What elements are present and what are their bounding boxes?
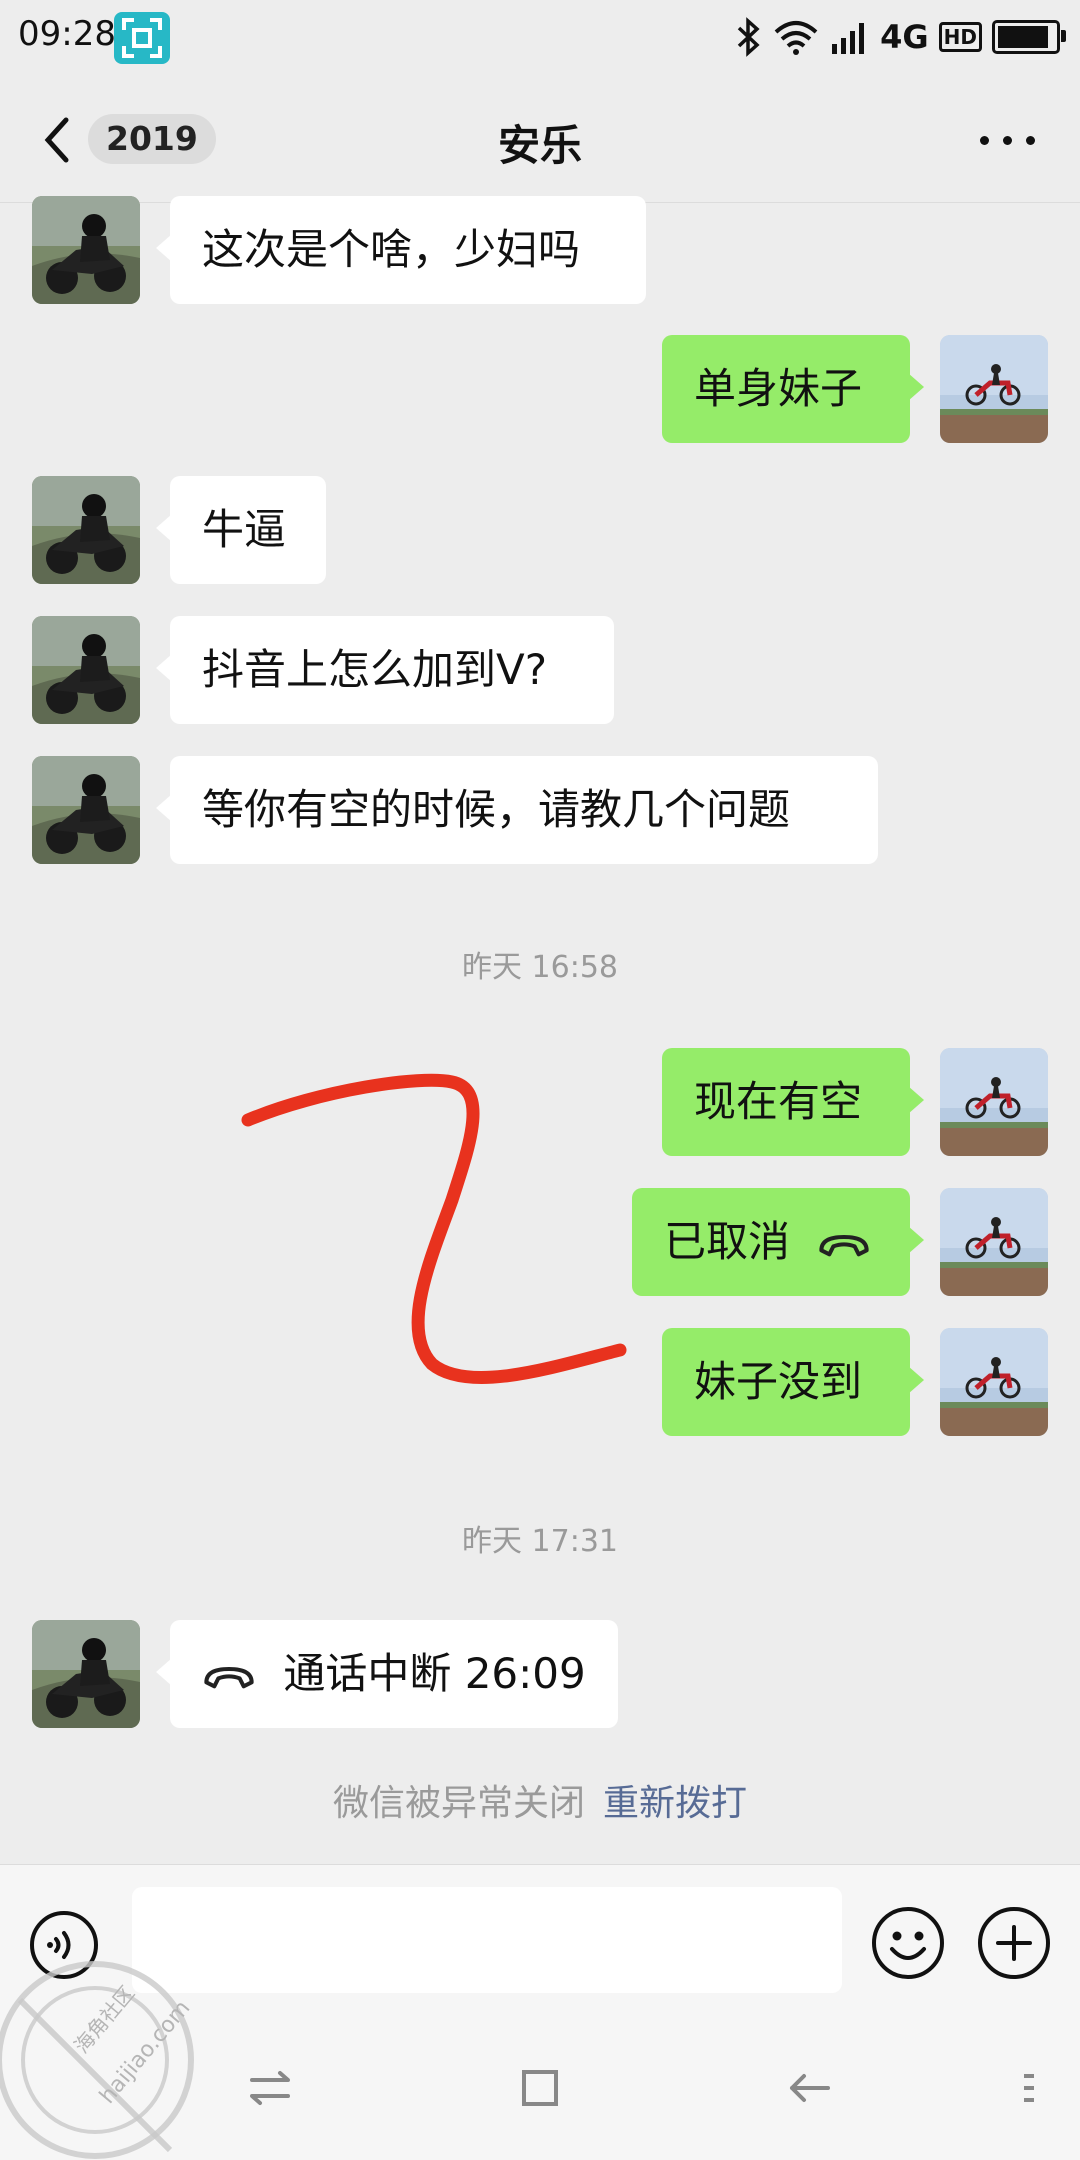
my-avatar[interactable] [940, 335, 1048, 443]
call-cancelled-bubble[interactable]: 已取消 [632, 1188, 924, 1296]
battery-level [998, 26, 1049, 48]
hd-badge: HD [938, 22, 982, 52]
message-bubble-incoming[interactable]: 抖音上怎么加到V? [156, 616, 614, 724]
input-bar [0, 1864, 1080, 2015]
phone-hangup-icon [202, 1661, 256, 1693]
message-bubble-incoming[interactable]: 牛逼 [156, 476, 326, 584]
system-navigation-bar [0, 2014, 1080, 2160]
message-bubble-incoming[interactable]: 等你有空的时候，请教几个问题 [156, 756, 878, 864]
notice-text: 微信被异常关闭 [332, 1783, 585, 1824]
timestamp: 昨天 17:31 [462, 1524, 618, 1559]
message-bubble-outgoing[interactable]: 现在有空 [662, 1048, 924, 1156]
my-avatar[interactable] [940, 1328, 1048, 1436]
home-icon[interactable] [510, 2058, 570, 2118]
battery-icon [992, 20, 1066, 54]
unread-count-badge[interactable]: 2019 [88, 114, 216, 164]
message-bubble-outgoing[interactable]: 单身妹子 [662, 335, 924, 443]
call-status-text: 通话中断 26:09 [283, 1649, 586, 1698]
contact-avatar[interactable] [32, 756, 140, 864]
my-avatar[interactable] [940, 1048, 1048, 1156]
phone-hangup-icon [817, 1229, 871, 1261]
message-bubble-incoming[interactable]: 这次是个啥，少妇吗 [156, 196, 646, 304]
system-notice: 微信被异常关闭 重新拨打 [0, 1774, 1080, 1826]
my-avatar[interactable] [940, 1188, 1048, 1296]
signal-icon [832, 23, 865, 54]
contact-avatar[interactable] [32, 476, 140, 584]
status-icons: 4G HD [736, 14, 1066, 60]
message-bubble-outgoing[interactable]: 妹子没到 [662, 1328, 924, 1436]
more-dots-icon[interactable] [980, 126, 1036, 154]
contact-avatar[interactable] [32, 196, 140, 304]
switch-apps-icon[interactable] [240, 2058, 300, 2118]
message-input[interactable] [132, 1887, 842, 1993]
back-chevron-icon[interactable] [30, 110, 90, 170]
timestamp: 昨天 16:58 [462, 950, 618, 985]
wifi-icon [774, 21, 818, 55]
status-time: 09:28 [18, 14, 116, 54]
contact-avatar[interactable] [32, 1620, 140, 1728]
status-bar: 09:28 4G HD [0, 0, 1080, 74]
redial-link[interactable]: 重新拨打 [603, 1783, 747, 1824]
network-type: 4G [880, 18, 929, 56]
screen-capture-icon [114, 12, 170, 64]
contact-avatar[interactable] [32, 616, 140, 724]
voice-icon[interactable] [28, 1909, 100, 1981]
call-status-text: 已取消 [664, 1217, 791, 1266]
back-arrow-icon[interactable] [780, 2058, 840, 2118]
emoji-icon[interactable] [870, 1905, 946, 1981]
menu-icon[interactable] [1000, 2058, 1060, 2118]
chat-header: 2019 安乐 [0, 74, 1080, 203]
bluetooth-icon [737, 17, 760, 57]
call-interrupted-bubble[interactable]: 通话中断 26:09 [156, 1620, 618, 1728]
plus-icon[interactable] [976, 1905, 1052, 1981]
